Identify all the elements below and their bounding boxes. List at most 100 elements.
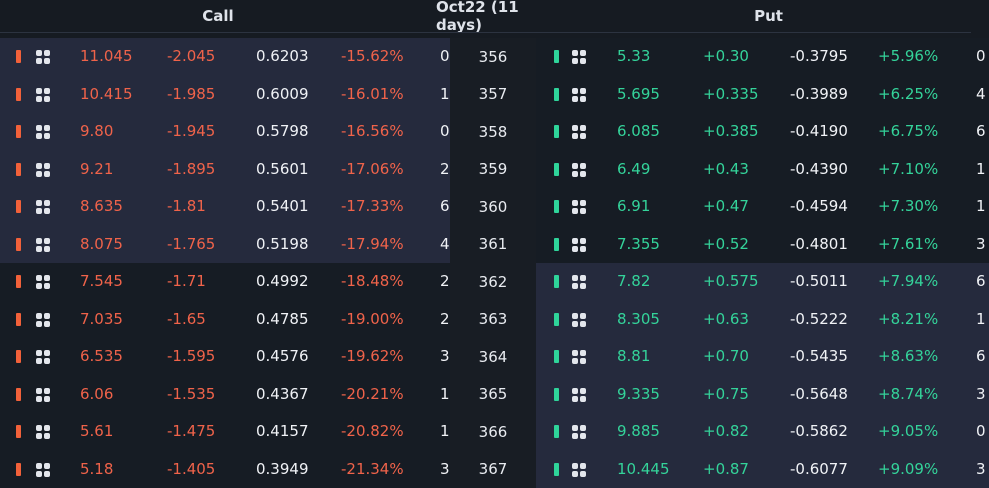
option-row: 8.635 -1.81 0.5401 -17.33% 6 360 6.91 +0… (0, 188, 989, 226)
put-marker-icon (554, 200, 559, 213)
call-side[interactable]: 7.545 -1.71 0.4992 -18.48% 2 (0, 263, 450, 301)
put-side[interactable]: 10.445 +0.87 -0.6077 +9.09% 3 (536, 451, 989, 488)
strike-price: 361 (450, 226, 536, 264)
grid-icon[interactable] (572, 88, 586, 102)
grid-icon[interactable] (572, 125, 586, 139)
grid-icon[interactable] (572, 313, 586, 327)
grid-icon[interactable] (572, 238, 586, 252)
put-side[interactable]: 7.355 +0.52 -0.4801 +7.61% 3 (536, 226, 989, 264)
put-change-percent: +8.74% (878, 376, 938, 414)
call-price: 10.415 (80, 76, 133, 114)
option-row: 8.075 -1.765 0.5198 -17.94% 4 361 7.355 … (0, 226, 989, 264)
call-side[interactable]: 6.06 -1.535 0.4367 -20.21% 1 (0, 376, 450, 414)
call-side[interactable]: 6.535 -1.595 0.4576 -19.62% 3 (0, 338, 450, 376)
call-side[interactable]: 9.80 -1.945 0.5798 -16.56% 0 (0, 113, 450, 151)
put-side[interactable]: 6.91 +0.47 -0.4594 +7.30% 1 (536, 188, 989, 226)
strike-price: 366 (450, 413, 536, 451)
strike-price: 365 (450, 376, 536, 414)
call-change: -1.475 (167, 413, 215, 451)
put-side[interactable]: 8.305 +0.63 -0.5222 +8.21% 1 (536, 301, 989, 339)
call-side[interactable]: 5.61 -1.475 0.4157 -20.82% 1 (0, 413, 450, 451)
strike-price: 359 (450, 151, 536, 189)
put-truncated-value: 6 (976, 263, 986, 301)
grid-icon[interactable] (36, 425, 50, 439)
option-row: 10.415 -1.985 0.6009 -16.01% 1 357 5.695… (0, 76, 989, 114)
put-side[interactable]: 6.49 +0.43 -0.4390 +7.10% 1 (536, 151, 989, 189)
call-change: -1.81 (167, 188, 206, 226)
call-delta: 0.5798 (256, 113, 309, 151)
option-rows: 11.045 -2.045 0.6203 -15.62% 0 356 5.33 … (0, 38, 989, 488)
call-header: Call (0, 0, 436, 32)
strike-price: 358 (450, 113, 536, 151)
grid-icon[interactable] (36, 313, 50, 327)
grid-icon[interactable] (572, 163, 586, 177)
call-side[interactable]: 11.045 -2.045 0.6203 -15.62% 0 (0, 38, 450, 76)
put-delta: -0.3795 (790, 38, 848, 76)
call-truncated-value: 3 (440, 451, 450, 488)
strike-price: 367 (450, 451, 536, 488)
grid-icon[interactable] (36, 388, 50, 402)
grid-icon[interactable] (36, 463, 50, 477)
put-side[interactable]: 6.085 +0.385 -0.4190 +6.75% 6 (536, 113, 989, 151)
put-side[interactable]: 8.81 +0.70 -0.5435 +8.63% 6 (536, 338, 989, 376)
call-truncated-value: 0 (440, 113, 450, 151)
grid-icon[interactable] (572, 463, 586, 477)
call-side[interactable]: 9.21 -1.895 0.5601 -17.06% 2 (0, 151, 450, 189)
call-delta: 0.6203 (256, 38, 309, 76)
call-side[interactable]: 10.415 -1.985 0.6009 -16.01% 1 (0, 76, 450, 114)
call-change-percent: -17.94% (341, 226, 404, 264)
call-change-percent: -20.82% (341, 413, 404, 451)
call-change-percent: -21.34% (341, 451, 404, 488)
grid-icon[interactable] (572, 388, 586, 402)
put-side[interactable]: 5.33 +0.30 -0.3795 +5.96% 0 (536, 38, 989, 76)
grid-icon[interactable] (36, 350, 50, 364)
call-side[interactable]: 7.035 -1.65 0.4785 -19.00% 2 (0, 301, 450, 339)
grid-icon[interactable] (36, 125, 50, 139)
grid-icon[interactable] (36, 275, 50, 289)
grid-icon[interactable] (36, 200, 50, 214)
grid-icon[interactable] (36, 238, 50, 252)
call-side[interactable]: 8.635 -1.81 0.5401 -17.33% 6 (0, 188, 450, 226)
put-change: +0.335 (703, 76, 759, 114)
call-price: 8.635 (80, 188, 123, 226)
grid-icon[interactable] (572, 425, 586, 439)
grid-icon[interactable] (572, 350, 586, 364)
call-marker-icon (16, 313, 21, 326)
put-change: +0.82 (703, 413, 749, 451)
put-side[interactable]: 7.82 +0.575 -0.5011 +7.94% 6 (536, 263, 989, 301)
put-side[interactable]: 5.695 +0.335 -0.3989 +6.25% 4 (536, 76, 989, 114)
option-row: 9.21 -1.895 0.5601 -17.06% 2 359 6.49 +0… (0, 151, 989, 189)
call-price: 9.21 (80, 151, 113, 189)
put-delta: -0.4801 (790, 226, 848, 264)
put-side[interactable]: 9.335 +0.75 -0.5648 +8.74% 3 (536, 376, 989, 414)
put-side[interactable]: 9.885 +0.82 -0.5862 +9.05% 0 (536, 413, 989, 451)
put-price: 9.885 (617, 413, 660, 451)
put-truncated-value: 1 (976, 151, 986, 189)
call-side[interactable]: 5.18 -1.405 0.3949 -21.34% 3 (0, 451, 450, 488)
call-change-percent: -17.33% (341, 188, 404, 226)
grid-icon[interactable] (572, 200, 586, 214)
put-price: 8.81 (617, 338, 650, 376)
call-marker-icon (16, 88, 21, 101)
call-delta: 0.4576 (256, 338, 309, 376)
call-marker-icon (16, 425, 21, 438)
call-price: 6.535 (80, 338, 123, 376)
grid-icon[interactable] (36, 50, 50, 64)
grid-icon[interactable] (36, 88, 50, 102)
call-side[interactable]: 8.075 -1.765 0.5198 -17.94% 4 (0, 226, 450, 264)
call-change-percent: -16.01% (341, 76, 404, 114)
expiry-header[interactable]: Oct22 (11 days) (436, 0, 548, 32)
put-marker-icon (554, 275, 559, 288)
strike-price: 363 (450, 301, 536, 339)
put-change: +0.385 (703, 113, 759, 151)
call-price: 8.075 (80, 226, 123, 264)
put-truncated-value: 1 (976, 301, 986, 339)
grid-icon[interactable] (36, 163, 50, 177)
grid-icon[interactable] (572, 50, 586, 64)
option-row: 5.18 -1.405 0.3949 -21.34% 3 367 10.445 … (0, 451, 989, 488)
call-truncated-value: 6 (440, 188, 450, 226)
call-change-percent: -20.21% (341, 376, 404, 414)
grid-icon[interactable] (572, 275, 586, 289)
call-marker-icon (16, 350, 21, 363)
call-price: 9.80 (80, 113, 113, 151)
